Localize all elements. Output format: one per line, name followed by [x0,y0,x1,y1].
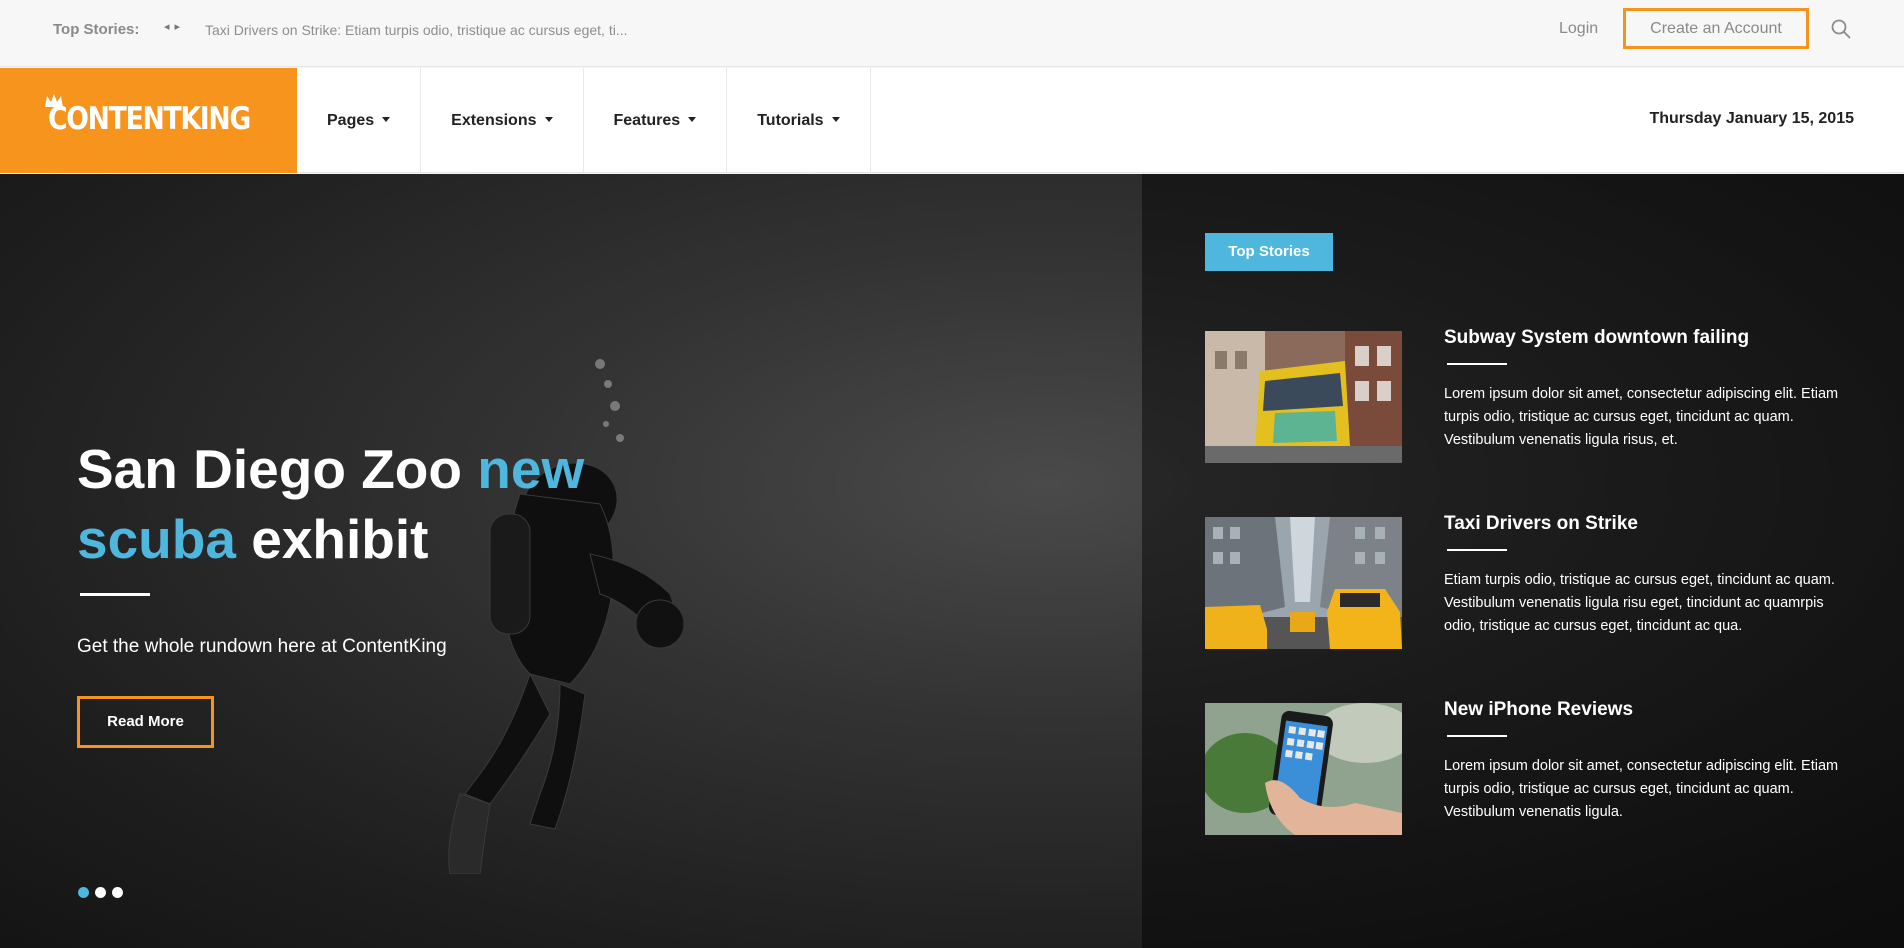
scuba-diver-image [448,359,685,874]
login-link[interactable]: Login [1559,20,1598,38]
nav-item-label: Extensions [451,111,537,129]
nav-item-tutorials[interactable]: Tutorials [727,68,871,173]
ticker-headline[interactable]: Taxi Drivers on Strike: Etiam turpis odi… [205,22,628,38]
hero-slider: San Diego Zoo new scuba exhibit Get the … [0,174,1904,948]
hero-title: San Diego Zoo new scuba exhibit [77,434,717,574]
story-title[interactable]: New iPhone Reviews [1444,699,1633,721]
hero-title-part1: San Diego Zoo [77,438,478,500]
caret-down-icon [382,117,391,122]
search-icon[interactable] [1830,18,1852,40]
story-title[interactable]: Taxi Drivers on Strike [1444,513,1638,535]
nav-item-label: Features [613,111,681,129]
caret-down-icon [688,117,697,122]
story-divider [1447,735,1507,737]
story-excerpt: Lorem ipsum dolor sit amet, consectetur … [1444,386,1839,448]
logo-text: CONTENTKING [48,101,251,137]
nav-item-label: Tutorials [757,111,824,129]
story-divider [1447,363,1507,365]
story-item[interactable]: Subway System downtown failing Lorem ips… [1205,327,1865,463]
top-stories-label: Top Stories: [53,21,140,38]
story-item[interactable]: New iPhone Reviews Lorem ipsum dolor sit… [1205,699,1865,835]
chevron-left-icon[interactable]: ◂ [164,20,175,33]
logo[interactable]: CONTENTKING [0,68,297,173]
story-divider [1447,549,1507,551]
slider-dots [78,887,123,898]
create-account-button[interactable]: Create an Account [1623,8,1809,49]
story-title[interactable]: Subway System downtown failing [1444,327,1749,349]
hero-title-accent1: new [477,438,585,500]
nav-item-features[interactable]: Features [584,68,728,173]
hero-divider [80,593,150,596]
story-thumbnail-tram[interactable] [1205,331,1402,463]
hero-title-accent2: scuba [77,508,236,570]
story-excerpt: Lorem ipsum dolor sit amet, consectetur … [1444,758,1839,820]
story-item[interactable]: Taxi Drivers on Strike Etiam turpis odio… [1205,513,1865,649]
ticker-arrows: ◂▸ [164,20,185,33]
nav-item-extensions[interactable]: Extensions [421,68,584,173]
top-stories-badge: Top Stories [1205,233,1333,271]
main-navbar: CONTENTKING Pages Extensions Features Tu… [0,68,1904,173]
hero-title-part2: exhibit [235,508,429,570]
read-more-button[interactable]: Read More [77,696,214,748]
caret-down-icon [831,117,840,122]
top-bar: Top Stories: ◂▸ Taxi Drivers on Strike: … [0,0,1904,67]
slider-dot-2[interactable] [95,887,106,898]
current-date: Thursday January 15, 2015 [1649,110,1854,127]
nav-menu: Pages Extensions Features Tutorials [297,68,871,173]
story-excerpt: Etiam turpis odio, tristique ac cursus e… [1444,572,1835,634]
slider-dot-1[interactable] [78,887,89,898]
caret-down-icon [544,117,553,122]
story-thumbnail-taxis[interactable] [1205,517,1402,649]
nav-item-label: Pages [327,111,375,129]
hero-subtitle: Get the whole rundown here at ContentKin… [77,636,447,657]
nav-item-pages[interactable]: Pages [297,68,422,173]
chevron-right-icon[interactable]: ▸ [175,20,186,33]
slider-dot-3[interactable] [112,887,123,898]
story-thumbnail-iphone[interactable] [1205,703,1402,835]
